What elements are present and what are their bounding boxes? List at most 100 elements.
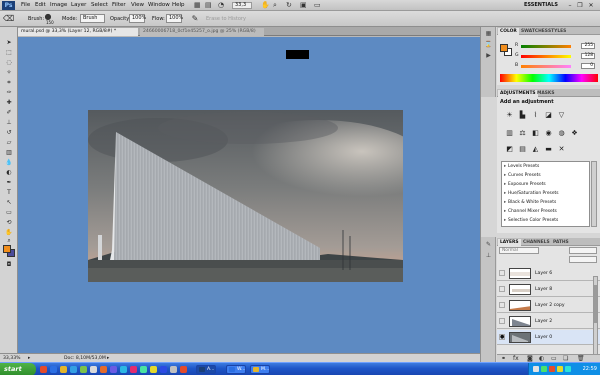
r-value[interactable]: 255 bbox=[581, 43, 595, 49]
quicklaunch-icon[interactable] bbox=[150, 366, 157, 373]
quicklaunch-icon[interactable] bbox=[180, 366, 187, 373]
status-zoom[interactable]: 33,33% bbox=[3, 355, 21, 362]
preset-curves[interactable]: ▸ Curves Presets bbox=[504, 172, 541, 180]
photo-filter-icon[interactable]: ◉ bbox=[544, 129, 553, 137]
opacity-field[interactable] bbox=[569, 247, 597, 254]
quicklaunch-icon[interactable] bbox=[90, 366, 97, 373]
exposure-icon[interactable]: ◪ bbox=[544, 111, 553, 119]
vibrance-icon[interactable]: ▽ bbox=[557, 111, 566, 119]
crop-tool-icon[interactable]: ⌗ bbox=[4, 79, 14, 87]
marquee-tool-icon[interactable]: ⬚ bbox=[4, 49, 14, 57]
invert-icon[interactable]: ◩ bbox=[505, 145, 514, 153]
shape-tool-icon[interactable]: ▭ bbox=[4, 209, 14, 217]
presets-scrollbar[interactable] bbox=[591, 161, 597, 227]
visibility-toggle[interactable] bbox=[499, 286, 505, 292]
visibility-toggle[interactable] bbox=[499, 318, 505, 324]
preset-hue-saturation[interactable]: ▸ Hue/Saturation Presets bbox=[504, 190, 559, 198]
layer-row-selected[interactable]: ● Layer 0 bbox=[497, 330, 600, 345]
quicklaunch-icon[interactable] bbox=[50, 366, 57, 373]
layer-name[interactable]: Layer 2 bbox=[535, 318, 552, 325]
fill-field[interactable] bbox=[569, 256, 597, 263]
preset-black-white[interactable]: ▸ Black & White Presets bbox=[504, 199, 556, 207]
menu-image[interactable]: Image bbox=[50, 1, 67, 10]
history-brush-tool-icon[interactable]: ↺ bbox=[4, 129, 14, 137]
brush-tool-icon[interactable]: ✐ bbox=[4, 109, 14, 117]
quicklaunch-icon[interactable] bbox=[40, 366, 47, 373]
eraser-tool-icon[interactable]: ▱ bbox=[4, 139, 14, 147]
brightness-contrast-icon[interactable]: ☀ bbox=[505, 111, 514, 119]
gradient-map-icon[interactable]: ▬ bbox=[544, 145, 553, 153]
color-spectrum[interactable] bbox=[500, 74, 598, 82]
b-value[interactable]: 0 bbox=[581, 63, 595, 69]
layer-name[interactable]: Layer 2 copy bbox=[535, 302, 565, 309]
clock[interactable]: 22:59 bbox=[583, 363, 597, 375]
eraser-tool-icon[interactable]: ⌫ bbox=[3, 14, 14, 24]
workspace-switcher[interactable]: ESSENTIALS bbox=[524, 2, 558, 9]
taskbar-item[interactable]: A... bbox=[196, 365, 216, 374]
tab-jpg-image[interactable]: 24660006718_0cf1e45257_o.jpg @ 25% (RGB/… bbox=[140, 28, 264, 36]
zoom-tool-icon[interactable]: ⌕ bbox=[273, 1, 277, 10]
tray-icon[interactable] bbox=[541, 366, 547, 372]
g-value[interactable]: 128 bbox=[581, 53, 595, 59]
preset-channel-mixer[interactable]: ▸ Channel Mixer Presets bbox=[504, 208, 557, 216]
taskbar-item[interactable]: M... bbox=[250, 365, 270, 374]
restore-icon[interactable]: ❐ bbox=[576, 2, 584, 9]
color-balance-icon[interactable]: ⚖ bbox=[518, 129, 527, 137]
visibility-eye-icon[interactable]: ● bbox=[499, 334, 505, 340]
path-selection-tool-icon[interactable]: ↖ bbox=[4, 199, 14, 207]
menu-edit[interactable]: Edit bbox=[35, 1, 46, 10]
flow-field[interactable]: 100% bbox=[166, 14, 183, 23]
layer-comps-icon[interactable]: ▦ bbox=[484, 30, 493, 38]
brushes-icon[interactable]: ✎ bbox=[484, 241, 493, 249]
menu-layer[interactable]: Layer bbox=[71, 1, 86, 10]
quicklaunch-icon[interactable] bbox=[130, 366, 137, 373]
menu-filter[interactable]: Filter bbox=[112, 1, 126, 10]
curves-icon[interactable]: ⌇ bbox=[531, 111, 540, 119]
visibility-toggle[interactable] bbox=[499, 302, 505, 308]
tray-icon[interactable] bbox=[557, 366, 563, 372]
posterize-icon[interactable]: ▤ bbox=[518, 145, 527, 153]
menu-help[interactable]: Help bbox=[172, 1, 185, 10]
eyedropper-tool-icon[interactable]: ✑ bbox=[4, 89, 14, 97]
hand-tool-icon[interactable]: ✋ bbox=[4, 229, 14, 237]
lasso-tool-icon[interactable]: ◌ bbox=[4, 59, 14, 67]
bridge-icon[interactable]: ▦ bbox=[194, 1, 201, 10]
color-lookup-icon[interactable]: ❖ bbox=[570, 129, 579, 137]
tray-icon[interactable] bbox=[533, 366, 539, 372]
layer-name[interactable]: Layer 0 bbox=[535, 334, 552, 341]
mode-select[interactable]: Brush bbox=[80, 14, 105, 23]
mini-bridge-icon[interactable]: ▤ bbox=[205, 1, 212, 10]
layer-name[interactable]: Layer 6 bbox=[535, 270, 552, 277]
menu-select[interactable]: Select bbox=[91, 1, 108, 10]
tray-icon[interactable] bbox=[549, 366, 555, 372]
tab-mural-psd[interactable]: mural.psd @ 33,3% (Layer 12, RGB/8#) * bbox=[18, 28, 138, 36]
preset-levels[interactable]: ▸ Levels Presets bbox=[504, 163, 539, 171]
clone-stamp-tool-icon[interactable]: ⊥ bbox=[4, 119, 14, 127]
actions-icon[interactable]: ▶ bbox=[484, 52, 493, 60]
erase-to-history-checkbox[interactable]: Erase to History bbox=[206, 15, 246, 23]
menu-window[interactable]: Window bbox=[148, 1, 170, 10]
quicklaunch-icon[interactable] bbox=[60, 366, 67, 373]
quicklaunch-icon[interactable] bbox=[80, 366, 87, 373]
quick-mask-icon[interactable]: ◘ bbox=[4, 261, 14, 269]
screen-mode-icon[interactable]: ▭ bbox=[314, 1, 321, 10]
preset-exposure[interactable]: ▸ Exposure Presets bbox=[504, 181, 546, 189]
quicklaunch-icon[interactable] bbox=[70, 366, 77, 373]
channel-mixer-icon[interactable]: ◍ bbox=[557, 129, 566, 137]
layer-row[interactable]: Layer 6 bbox=[497, 266, 600, 281]
quick-select-tool-icon[interactable]: ✧ bbox=[4, 69, 14, 77]
layer-row[interactable]: Layer 2 bbox=[497, 314, 600, 329]
tab-masks[interactable]: MASKS bbox=[535, 90, 557, 97]
quicklaunch-icon[interactable] bbox=[170, 366, 177, 373]
menu-file[interactable]: File bbox=[21, 1, 30, 10]
layers-scroll-thumb[interactable] bbox=[594, 285, 597, 323]
quicklaunch-icon[interactable] bbox=[100, 366, 107, 373]
type-tool-icon[interactable]: T bbox=[4, 189, 14, 197]
start-button[interactable]: start bbox=[0, 363, 36, 375]
b-slider[interactable] bbox=[521, 65, 571, 68]
tab-layers[interactable]: LAYERS bbox=[498, 239, 521, 246]
taskbar-item[interactable]: W... bbox=[226, 365, 246, 374]
blur-tool-icon[interactable]: 💧 bbox=[4, 159, 14, 167]
opacity-field[interactable]: 100% bbox=[129, 14, 146, 23]
menu-view[interactable]: View bbox=[131, 1, 144, 10]
